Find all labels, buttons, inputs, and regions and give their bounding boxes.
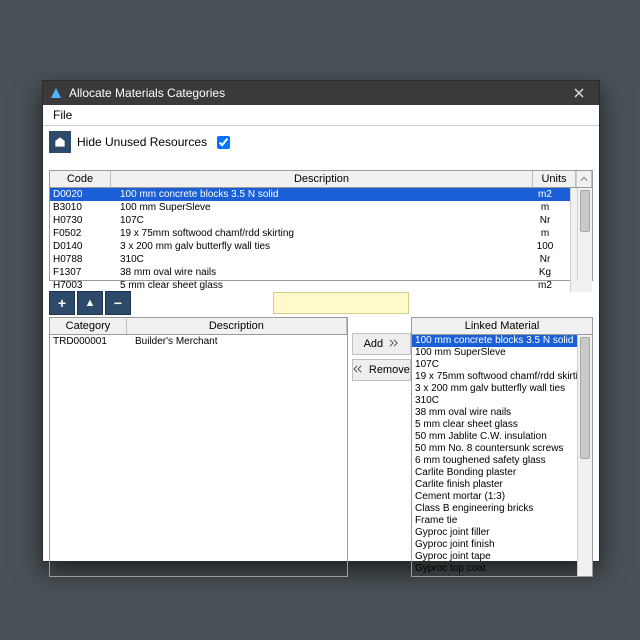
list-item[interactable]: Carlite finish plaster — [412, 479, 592, 491]
cell-units: 100 — [521, 240, 570, 253]
cell-units: m — [521, 227, 570, 240]
search-input[interactable] — [273, 292, 409, 314]
toolbar: Hide Unused Resources — [43, 126, 599, 170]
category-grid: Category Description TRD000001Builder's … — [49, 317, 348, 577]
cell-description: 107C — [117, 214, 521, 227]
chevron-up-icon[interactable] — [576, 171, 592, 187]
cell-units: Nr — [521, 253, 570, 266]
cell-units: Nr — [521, 214, 570, 227]
table-row[interactable]: TRD000001Builder's Merchant — [50, 335, 347, 348]
col-header-code[interactable]: Code — [50, 171, 111, 187]
list-item[interactable]: 107C — [412, 359, 592, 371]
remove-button[interactable]: − — [105, 291, 131, 315]
cell-code: D0140 — [50, 240, 117, 253]
cell-code: H0730 — [50, 214, 117, 227]
list-item[interactable]: Linseed oil putty — [412, 575, 592, 576]
cell-code: B3010 — [50, 201, 117, 214]
cell-description: 5 mm clear sheet glass — [117, 279, 521, 292]
close-icon[interactable] — [565, 83, 593, 103]
remove-link-label: Remove — [369, 364, 410, 376]
list-item[interactable]: 310C — [412, 395, 592, 407]
table-row[interactable]: F130738 mm oval wire nailsKg — [50, 266, 592, 279]
scrollbar-vertical[interactable] — [577, 335, 592, 576]
remove-link-button[interactable]: Remove — [352, 359, 411, 381]
table-row[interactable]: B3010100 mm SuperSlevem — [50, 201, 592, 214]
cell-units: m — [521, 201, 570, 214]
linked-material-panel: Linked Material 100 mm concrete blocks 3… — [411, 317, 593, 577]
list-item[interactable]: 5 mm clear sheet glass — [412, 419, 592, 431]
table-row[interactable]: H0788310CNr — [50, 253, 592, 266]
chevron-left-icon — [353, 364, 363, 376]
cell-units: m2 — [521, 279, 570, 292]
menu-file[interactable]: File — [47, 106, 78, 124]
list-item[interactable]: Frame tie — [412, 515, 592, 527]
hide-unused-checkbox[interactable] — [217, 136, 230, 149]
cell-code: F1307 — [50, 266, 117, 279]
chevron-right-icon — [389, 338, 399, 350]
list-item[interactable]: 100 mm concrete blocks 3.5 N solid — [412, 335, 592, 347]
col-header-linked-material[interactable]: Linked Material — [412, 318, 592, 335]
list-item[interactable]: 50 mm Jablite C.W. insulation — [412, 431, 592, 443]
hide-unused-label: Hide Unused Resources — [77, 135, 207, 149]
list-item[interactable]: 6 mm toughened safety glass — [412, 455, 592, 467]
list-item[interactable]: Gyproc top coat — [412, 563, 592, 575]
add-link-button[interactable]: Add — [352, 333, 411, 355]
col-header-description[interactable]: Description — [111, 171, 533, 187]
resource-icon — [49, 131, 71, 153]
table-row[interactable]: H0730107CNr — [50, 214, 592, 227]
table-row[interactable]: F050219 x 75mm softwood chamf/rdd skirti… — [50, 227, 592, 240]
list-item[interactable]: Gyproc joint filler — [412, 527, 592, 539]
list-item[interactable]: 50 mm No. 8 countersunk screws — [412, 443, 592, 455]
add-button[interactable]: + — [49, 291, 75, 315]
list-item[interactable]: Carlite Bonding plaster — [412, 467, 592, 479]
list-item[interactable]: 38 mm oval wire nails — [412, 407, 592, 419]
list-item[interactable]: 3 x 200 mm galv butterfly wall ties — [412, 383, 592, 395]
table-row[interactable]: H70035 mm clear sheet glassm2 — [50, 279, 592, 292]
scrollbar-vertical[interactable] — [577, 188, 592, 280]
cell-description: 3 x 200 mm galv butterfly wall ties — [117, 240, 521, 253]
table-row[interactable]: D0020100 mm concrete blocks 3.5 N solidm… — [50, 188, 592, 201]
window-title: Allocate Materials Categories — [69, 86, 225, 100]
resource-grid: Code Description Units D0020100 mm concr… — [49, 170, 593, 281]
category-toolbar: + ▲ − — [49, 291, 593, 315]
cell-description: 19 x 75mm softwood chamf/rdd skirting — [117, 227, 521, 240]
cell-units: m2 — [521, 188, 570, 201]
dialog-allocate-materials: Allocate Materials Categories File Hide … — [42, 80, 600, 562]
cell-units: Kg — [521, 266, 570, 279]
cell-code: H0788 — [50, 253, 117, 266]
col-header-cat-description[interactable]: Description — [127, 318, 347, 334]
table-row[interactable]: D01403 x 200 mm galv butterfly wall ties… — [50, 240, 592, 253]
list-item[interactable]: 100 mm SuperSleve — [412, 347, 592, 359]
app-icon — [49, 86, 63, 100]
cell-code: H7003 — [50, 279, 117, 292]
cell-description: 38 mm oval wire nails — [117, 266, 521, 279]
menubar: File — [43, 105, 599, 126]
cell-code: D0020 — [50, 188, 117, 201]
cell-description: 310C — [117, 253, 521, 266]
list-item[interactable]: Gyproc joint tape — [412, 551, 592, 563]
list-item[interactable]: Cement mortar (1:3) — [412, 491, 592, 503]
cell-description: 100 mm SuperSleve — [117, 201, 521, 214]
cell-category: TRD000001 — [50, 335, 132, 348]
col-header-category[interactable]: Category — [50, 318, 127, 334]
list-item[interactable]: Class B engineering bricks — [412, 503, 592, 515]
cell-description: 100 mm concrete blocks 3.5 N solid — [117, 188, 521, 201]
list-item[interactable]: 19 x 75mm softwood chamf/rdd skirting — [412, 371, 592, 383]
cell-code: F0502 — [50, 227, 117, 240]
col-header-units[interactable]: Units — [533, 171, 576, 187]
cell-cat-description: Builder's Merchant — [132, 335, 347, 348]
add-link-label: Add — [364, 338, 384, 350]
list-item[interactable]: Gyproc joint finish — [412, 539, 592, 551]
titlebar[interactable]: Allocate Materials Categories — [43, 81, 599, 105]
move-up-button[interactable]: ▲ — [77, 291, 103, 315]
